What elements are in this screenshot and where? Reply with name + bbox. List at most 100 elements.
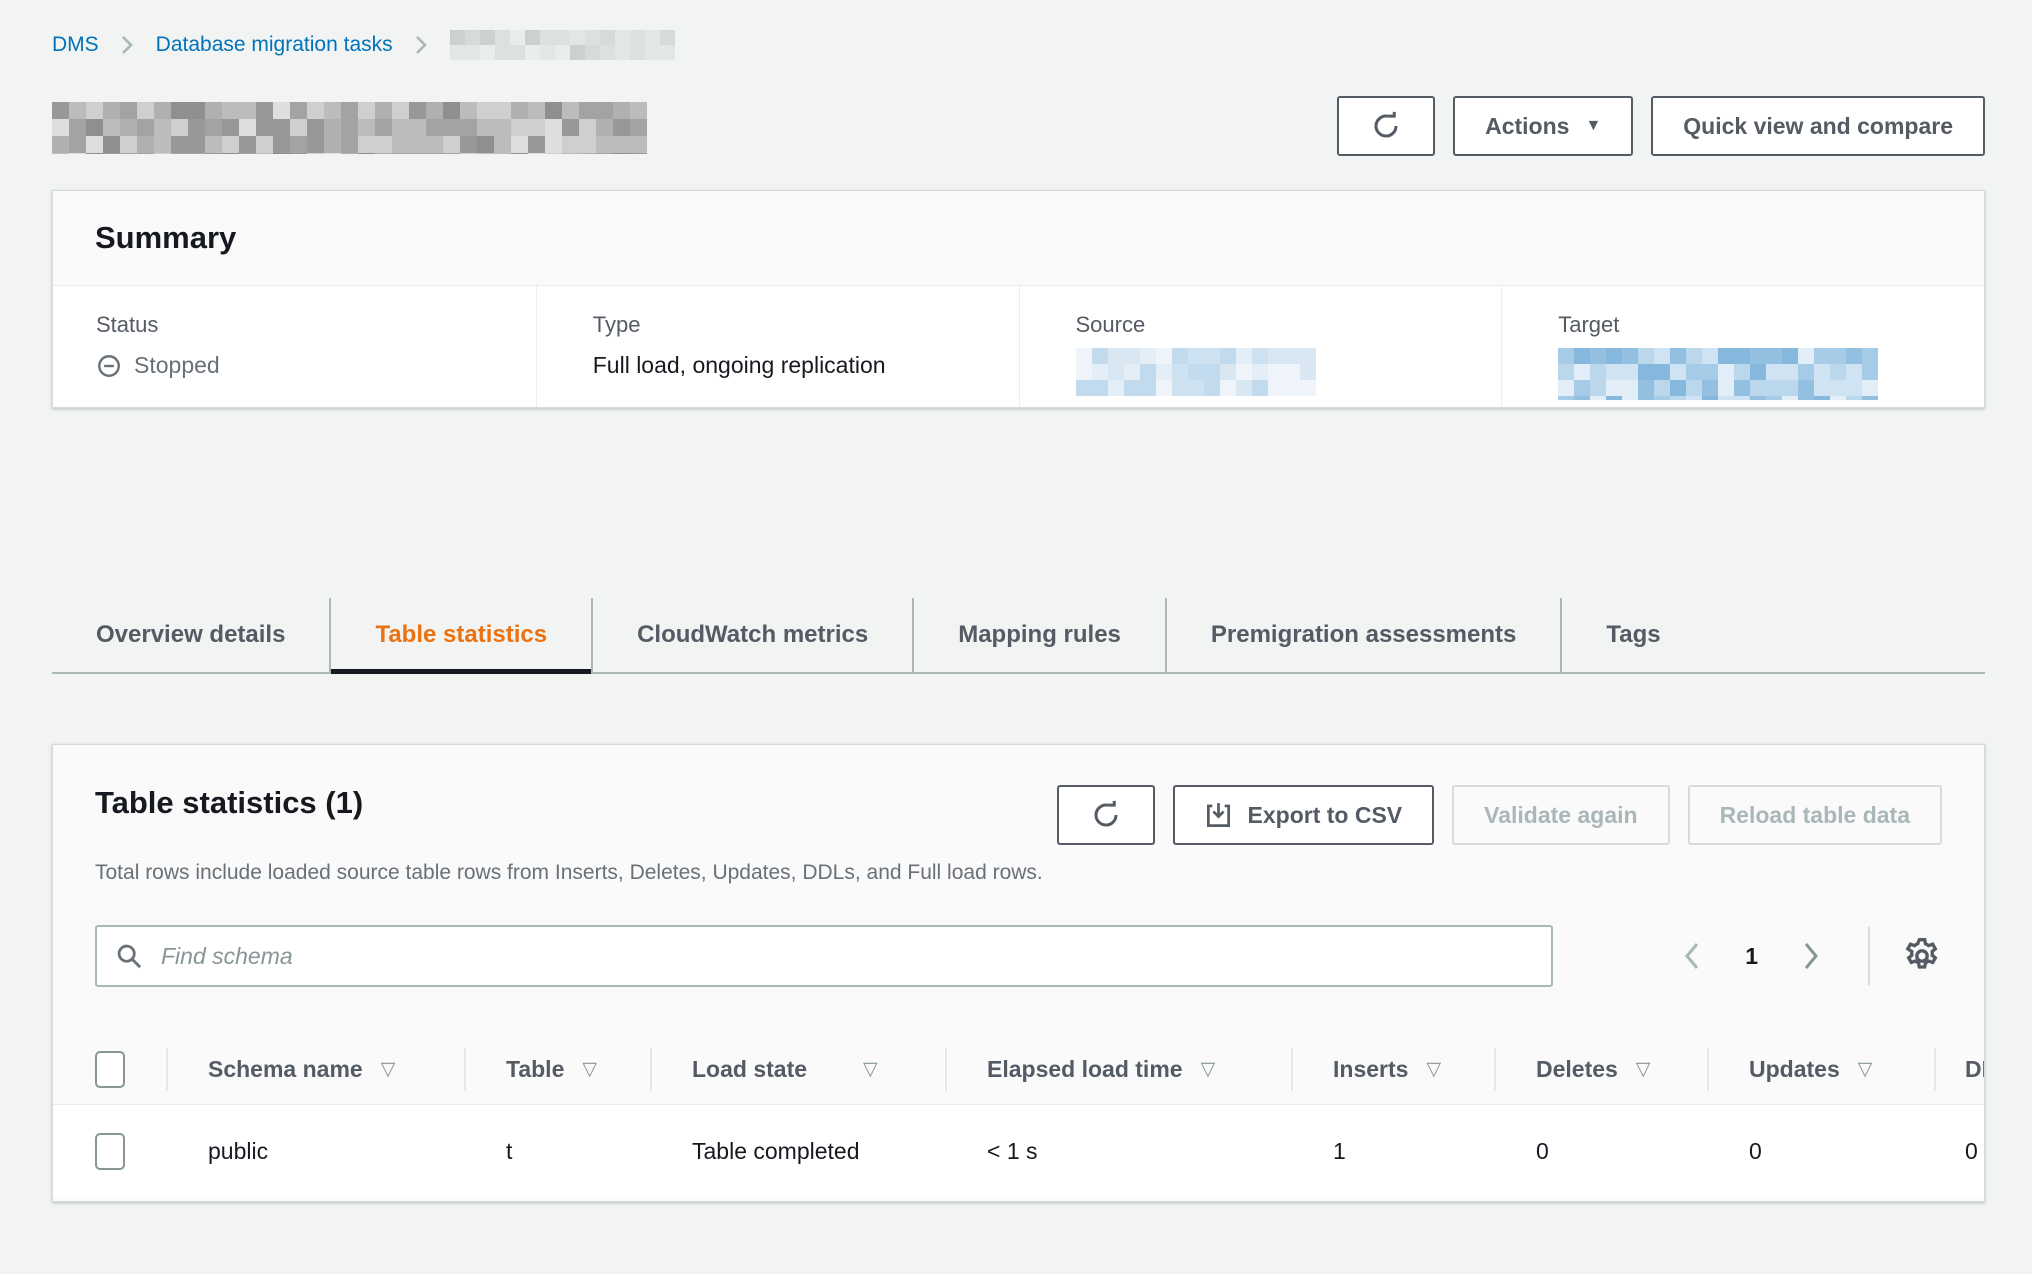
refresh-icon [1091,800,1121,830]
summary-body: Status Stopped Type Full load, ongoing r… [53,286,1984,407]
field-label: Type [593,312,999,338]
tab-cloudwatch-metrics[interactable]: CloudWatch metrics [591,598,912,672]
column-label: Elapsed load time [987,1056,1183,1083]
export-button-label: Export to CSV [1248,802,1403,829]
type-value: Full load, ongoing replication [593,352,999,379]
column-label: Table [506,1056,564,1083]
cell-elapsed-load-time: < 1 s [945,1105,1291,1197]
export-to-csv-button[interactable]: Export to CSV [1173,785,1435,845]
sort-icon[interactable]: ▽ [381,1058,396,1081]
tab-row: Overview details Table statistics CloudW… [52,598,1985,672]
target-value-redacted [1558,348,1880,400]
sort-icon[interactable]: ▽ [1636,1058,1651,1081]
cell-inserts: 1 [1291,1105,1494,1197]
sort-icon[interactable]: ▽ [1858,1058,1873,1081]
previous-page-button[interactable] [1675,934,1709,978]
field-label: Status [96,312,516,338]
column-header-inserts[interactable]: Inserts ▽ [1291,1035,1494,1104]
tab-overview-details[interactable]: Overview details [52,598,329,672]
header-actions: Actions ▼ Quick view and compare [1337,96,1985,156]
column-header-ddls[interactable]: DDLs [1934,1035,1985,1104]
column-label: Load state [692,1056,807,1083]
table-statistics-header: Table statistics (1) [53,745,1984,987]
cell-deletes: 0 [1494,1105,1707,1197]
search-icon [115,942,143,970]
summary-field-status: Status Stopped [53,286,536,407]
page-title-redacted [52,102,652,154]
cell-table: t [464,1105,650,1197]
table-row[interactable]: public t Table completed < 1 s 1 0 0 0 [53,1105,1985,1197]
download-icon [1205,802,1232,829]
column-header-elapsed-load-time[interactable]: Elapsed load time ▽ [945,1035,1291,1104]
column-label: Deletes [1536,1056,1618,1083]
summary-card-header: Summary [53,191,1984,286]
stopped-icon [96,353,122,379]
table-header-row: Schema name ▽ Table ▽ Load state ▽ Elaps… [53,1035,1985,1105]
schema-search [95,925,1553,987]
reload-table-data-button[interactable]: Reload table data [1688,785,1942,845]
sort-icon[interactable]: ▽ [582,1058,597,1081]
next-page-button[interactable] [1794,934,1828,978]
filter-row: 1 [95,925,1942,987]
table-statistics-description: Total rows include loaded source table r… [95,861,1942,885]
quick-view-button-label: Quick view and compare [1683,113,1953,140]
actions-button-label: Actions [1485,113,1569,140]
pagination: 1 [1675,927,1942,985]
current-page-number[interactable]: 1 [1745,943,1758,970]
chevron-right-icon [1800,940,1822,972]
sort-icon[interactable]: ▽ [1426,1058,1441,1081]
tab-mapping-rules[interactable]: Mapping rules [912,598,1165,672]
field-label: Source [1076,312,1482,338]
status-value: Stopped [96,352,516,379]
column-header-table[interactable]: Table ▽ [464,1035,650,1104]
status-text: Stopped [134,352,220,379]
breadcrumb-current-redacted [450,30,682,60]
refresh-icon [1371,111,1401,141]
tab-premigration-assessments[interactable]: Premigration assessments [1165,598,1560,672]
cell-schema-name: public [166,1105,464,1197]
find-schema-input[interactable] [95,925,1553,987]
column-label: Updates [1749,1056,1840,1083]
summary-title: Summary [95,220,236,256]
table-statistics-actions: Export to CSV Validate again Reload tabl… [1057,785,1942,845]
chevron-right-icon [121,35,134,55]
quick-view-and-compare-button[interactable]: Quick view and compare [1651,96,1985,156]
dms-task-page: DMS Database migration tasks Actions ▼ [0,0,2032,1274]
cell-ddls: 0 [1934,1105,1985,1197]
caret-down-icon: ▼ [1585,117,1601,135]
breadcrumb-link-migration-tasks[interactable]: Database migration tasks [156,33,393,57]
validate-again-button[interactable]: Validate again [1452,785,1669,845]
pagination-divider [1868,927,1870,985]
column-label: Schema name [208,1056,363,1083]
tab-tags[interactable]: Tags [1560,598,1704,672]
column-header-schema-name[interactable]: Schema name ▽ [166,1035,464,1104]
cell-load-state: Table completed [650,1105,945,1197]
sort-icon[interactable]: ▽ [1201,1058,1216,1081]
column-header-updates[interactable]: Updates ▽ [1707,1035,1934,1104]
column-label: DDLs [1965,1056,1985,1083]
column-header-load-state[interactable]: Load state ▽ [650,1035,945,1104]
select-all-cell [53,1035,166,1104]
breadcrumb-link-dms[interactable]: DMS [52,33,99,57]
field-label: Target [1558,312,1964,338]
sort-icon[interactable]: ▽ [863,1058,878,1081]
source-value-redacted [1076,348,1318,396]
cell-updates: 0 [1707,1105,1934,1197]
chevron-left-icon [1681,940,1703,972]
row-checkbox[interactable] [95,1133,125,1170]
column-header-deletes[interactable]: Deletes ▽ [1494,1035,1707,1104]
column-label: Inserts [1333,1056,1408,1083]
breadcrumb: DMS Database migration tasks [52,30,682,60]
select-all-checkbox[interactable] [95,1051,125,1088]
summary-field-type: Type Full load, ongoing replication [536,286,1019,407]
tab-table-statistics[interactable]: Table statistics [329,598,591,672]
refresh-table-button[interactable] [1057,785,1155,845]
validate-button-label: Validate again [1484,802,1637,829]
actions-button[interactable]: Actions ▼ [1453,96,1633,156]
table-statistics-table: Schema name ▽ Table ▽ Load state ▽ Elaps… [53,1035,1985,1197]
chevron-right-icon [415,35,428,55]
refresh-button[interactable] [1337,96,1435,156]
summary-card: Summary Status Stopped Type Full load, o… [52,190,1985,408]
table-statistics-card: Table statistics (1) [52,744,1985,1202]
table-settings-button[interactable] [1902,936,1942,976]
